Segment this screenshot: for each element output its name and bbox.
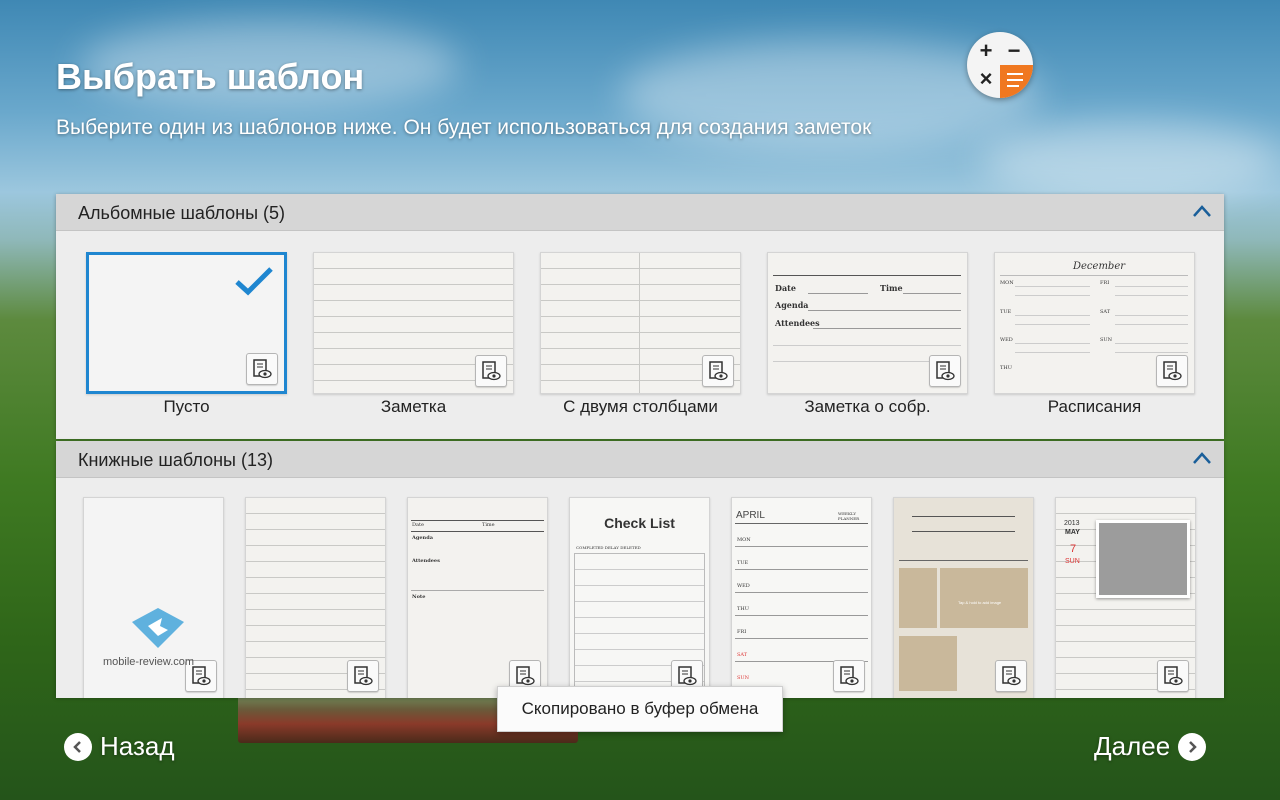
meeting-time-label: Time (880, 283, 903, 293)
preview-button[interactable] (1157, 660, 1189, 692)
photo-caption: Tap & hold to add image (958, 600, 1002, 605)
planner-day: WED (737, 583, 750, 589)
planner-day: SUN (737, 675, 750, 681)
diary-day: 7 (1070, 543, 1077, 555)
preview-button[interactable] (475, 355, 507, 387)
schedule-day: FRI (1100, 280, 1110, 286)
back-label: Назад (100, 731, 175, 761)
preview-icon (709, 361, 728, 381)
meeting-agenda-label: Agenda (412, 535, 433, 541)
chevron-left-icon (64, 732, 92, 761)
meeting-attendees-label: Attendees (412, 558, 440, 564)
preview-button[interactable] (347, 660, 379, 692)
preview-icon (1163, 361, 1182, 381)
photo-placeholder (899, 568, 937, 628)
planner-day: SAT (737, 652, 748, 658)
schedule-day: TUE (1000, 309, 1012, 315)
preview-icon (482, 361, 501, 381)
preview-icon (1164, 666, 1183, 686)
next-button[interactable]: Далее (1094, 731, 1207, 762)
planner-day: THU (737, 606, 749, 612)
preview-icon (253, 359, 272, 379)
template-meeting-portrait[interactable]: Date Time Agenda Attendees Note (407, 497, 548, 698)
landscape-section-header[interactable]: Альбомные шаблоны (5) (56, 194, 1224, 231)
watermark-text: mobile-review.com (103, 656, 195, 668)
template-label: Заметка (380, 397, 447, 416)
portrait-section-label: Книжные шаблоны (13) (78, 450, 273, 470)
next-label: Далее (1094, 731, 1171, 761)
landscape-templates-panel: Альбомные шаблоны (5) Пусто Заметка С дв… (56, 194, 1224, 439)
chevron-right-icon (1178, 732, 1207, 761)
meeting-attendees-label: Attendees (775, 318, 820, 328)
preview-button[interactable] (995, 660, 1027, 692)
planner-day: MON (737, 537, 751, 543)
template-blank-landscape[interactable] (86, 252, 287, 394)
page-title: Выбрать шаблон (56, 56, 365, 97)
planner-day: FRI (737, 629, 747, 635)
meeting-agenda-label: Agenda (775, 300, 809, 310)
template-label: Расписания (1047, 397, 1142, 416)
back-button[interactable]: Назад (64, 731, 175, 762)
preview-icon (516, 666, 535, 686)
calculator-memo-icon: + − × (967, 32, 1033, 98)
planner-day: TUE (737, 560, 749, 566)
template-label: С двумя столбцами (563, 397, 718, 416)
preview-icon (1002, 666, 1021, 686)
meeting-time-label: Time (482, 522, 495, 528)
schedule-day: SAT (1100, 309, 1111, 315)
template-two-columns-landscape[interactable] (540, 252, 741, 394)
template-meeting-landscape[interactable]: Date Time Agenda Attendees (767, 252, 968, 394)
planner-tag: WEEKLY PLANNER (838, 511, 860, 521)
template-note-landscape[interactable] (313, 252, 514, 394)
schedule-day: SUN (1100, 337, 1113, 343)
chevron-up-icon[interactable] (1192, 204, 1212, 218)
preview-button[interactable] (1156, 355, 1188, 387)
diary-year: 2013 (1064, 520, 1080, 527)
preview-icon (936, 361, 955, 381)
preview-icon (192, 666, 211, 686)
schedule-day: THU (1000, 365, 1012, 371)
diary-month: MAY (1065, 529, 1080, 536)
checkmark-icon (235, 267, 273, 296)
schedule-day: MON (1000, 280, 1014, 286)
preview-button[interactable] (246, 353, 278, 385)
template-checklist-portrait[interactable]: Check List COMPLETED DELAY DELETED (569, 497, 710, 698)
chevron-up-icon[interactable] (1192, 451, 1212, 465)
meeting-date-label: Date (775, 283, 796, 293)
page-subtitle: Выберите один из шаблонов ниже. Он будет… (56, 116, 872, 139)
photo-placeholder (899, 636, 957, 691)
diary-weekday: SUN (1065, 558, 1080, 565)
template-label: Пусто (163, 397, 210, 416)
preview-button[interactable] (702, 355, 734, 387)
template-diary-portrait[interactable]: 2013 MAY 7 SUN (1055, 497, 1196, 698)
photo-placeholder: Tap & hold to add image (940, 568, 1028, 628)
planner-month: APRIL (736, 510, 765, 521)
watermark-logo-icon (132, 608, 184, 648)
meeting-date-label: Date (412, 522, 424, 528)
preview-button[interactable] (833, 660, 865, 692)
portrait-section-header[interactable]: Книжные шаблоны (13) (56, 441, 1224, 478)
schedule-day: WED (1000, 337, 1013, 343)
checklist-legend: COMPLETED DELAY DELETED (576, 545, 641, 550)
template-label: Заметка о собр. (804, 397, 931, 416)
landscape-section-label: Альбомные шаблоны (5) (78, 203, 286, 223)
template-photo-collage-portrait[interactable]: Tap & hold to add image (893, 497, 1034, 698)
checklist-title: Check List (604, 515, 675, 531)
schedule-month: December (1073, 261, 1126, 272)
preview-icon (678, 666, 697, 686)
copied-toast: Скопировано в буфер обмена (497, 686, 783, 732)
template-planner-portrait[interactable]: APRIL WEEKLY PLANNER MON TUE WED THU FRI… (731, 497, 872, 698)
preview-button[interactable] (929, 355, 961, 387)
photo-placeholder (1096, 520, 1190, 598)
preview-icon (354, 666, 373, 686)
template-schedule-landscape[interactable]: December MON TUE WED THU FRI SAT SUN (994, 252, 1195, 394)
preview-icon (840, 666, 859, 686)
template-note-portrait[interactable] (245, 497, 386, 698)
portrait-templates-panel: Книжные шаблоны (13) Date Time Agenda At… (56, 441, 1224, 698)
meeting-note-label: Note (412, 594, 426, 600)
